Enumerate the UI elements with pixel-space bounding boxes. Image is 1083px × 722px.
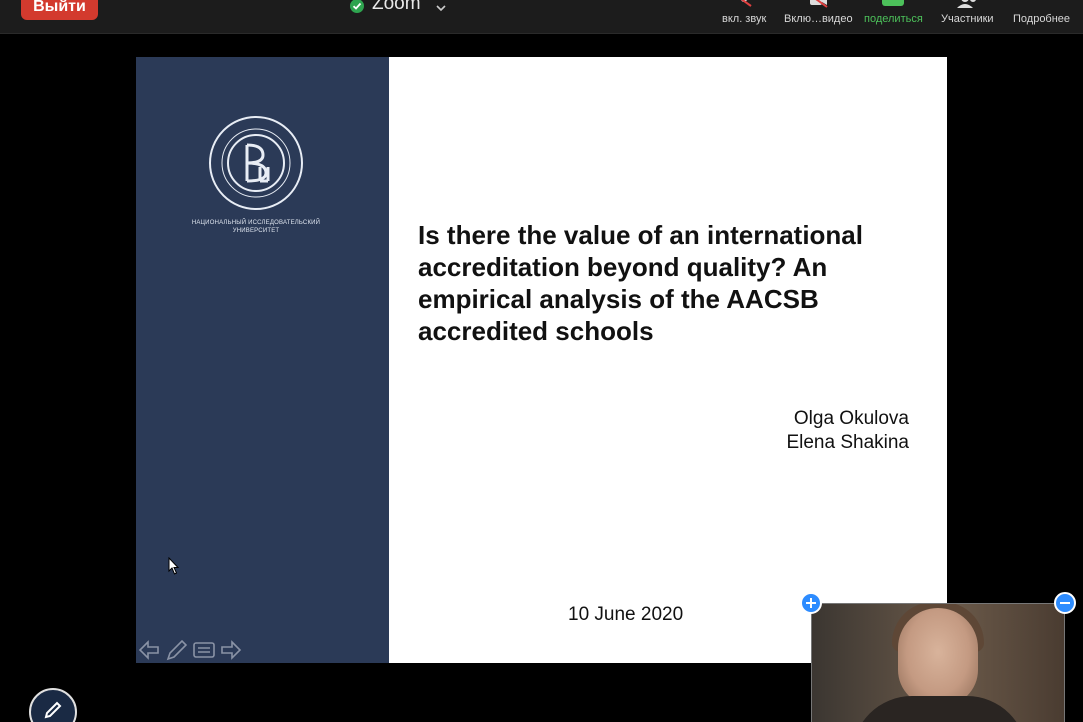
university-logo bbox=[208, 115, 304, 211]
plus-icon bbox=[806, 598, 816, 608]
start-video-label: Вклю…видео bbox=[784, 13, 853, 25]
mouse-cursor-icon bbox=[168, 556, 180, 580]
participant-face bbox=[898, 608, 978, 706]
author-name: Elena Shakina bbox=[786, 432, 909, 453]
share-screen-icon bbox=[879, 0, 907, 8]
share-screen-label: поделиться bbox=[864, 13, 923, 25]
slide-navigation bbox=[138, 639, 242, 661]
more-icon bbox=[1028, 0, 1056, 8]
minus-icon bbox=[1060, 602, 1070, 604]
shield-check-icon bbox=[350, 0, 364, 13]
camera-off-icon bbox=[804, 0, 832, 8]
university-name: НАЦИОНАЛЬНЫЙ ИССЛЕДОВАТЕЛЬСКИЙ УНИВЕРСИТ… bbox=[188, 219, 324, 235]
start-video-button[interactable]: Вклю…видео bbox=[784, 0, 853, 26]
minimize-video-button[interactable] bbox=[1054, 592, 1076, 614]
participants-icon bbox=[953, 0, 981, 8]
mic-muted-icon bbox=[730, 0, 758, 8]
chevron-down-icon bbox=[435, 0, 447, 12]
next-slide-icon[interactable] bbox=[220, 640, 242, 660]
slide-menu-icon[interactable] bbox=[192, 640, 216, 660]
author-name: Olga Okulova bbox=[793, 408, 909, 429]
participants-label: Участники bbox=[941, 13, 994, 25]
shared-slide: НАЦИОНАЛЬНЫЙ ИССЛЕДОВАТЕЛЬСКИЙ УНИВЕРСИТ… bbox=[136, 57, 947, 663]
university-name-line1: НАЦИОНАЛЬНЫЙ ИССЛЕДОВАТЕЛЬСКИЙ bbox=[191, 220, 321, 226]
leave-button[interactable]: Выйти bbox=[21, 0, 98, 20]
pencil-icon bbox=[43, 700, 63, 722]
more-button[interactable]: Подробнее bbox=[1013, 0, 1070, 26]
slide-authors: Olga Okulova Elena Shakina bbox=[786, 407, 909, 455]
participant-video[interactable] bbox=[811, 603, 1065, 722]
expand-video-button[interactable] bbox=[800, 592, 822, 614]
meeting-toolbar: Выйти Zoom вкл. звук Вклю…видео поделить… bbox=[0, 0, 1083, 34]
zoom-meeting-window: Выйти Zoom вкл. звук Вклю…видео поделить… bbox=[0, 0, 1083, 722]
participants-button[interactable]: Участники bbox=[941, 0, 994, 26]
pen-tool-icon[interactable] bbox=[164, 639, 188, 661]
slide-date: 10 June 2020 bbox=[568, 604, 684, 625]
unmute-audio-label: вкл. звук bbox=[722, 13, 767, 25]
unmute-audio-button[interactable]: вкл. звук bbox=[722, 0, 766, 26]
meeting-title[interactable]: Zoom bbox=[350, 0, 447, 16]
meeting-title-text: Zoom bbox=[372, 0, 421, 14]
university-name-line2: УНИВЕРСИТЕТ bbox=[232, 228, 280, 234]
annotate-button[interactable] bbox=[29, 688, 77, 722]
previous-slide-icon[interactable] bbox=[138, 640, 160, 660]
slide-title: Is there the value of an international a… bbox=[418, 220, 863, 346]
share-screen-button[interactable]: поделиться bbox=[864, 0, 923, 26]
more-label: Подробнее bbox=[1013, 13, 1071, 25]
